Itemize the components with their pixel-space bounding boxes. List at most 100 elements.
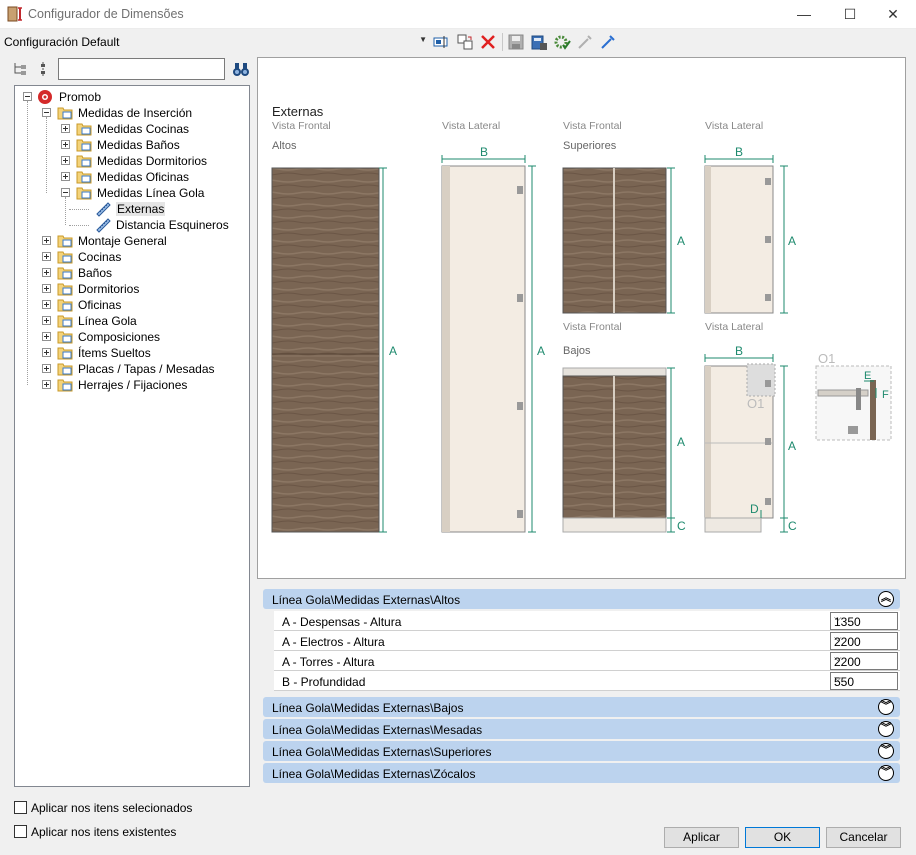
dim-label-o1: O1 bbox=[818, 351, 835, 366]
folder-open-icon bbox=[57, 107, 73, 120]
apply-existing-checkbox[interactable] bbox=[14, 825, 27, 838]
upper-cabinet-side bbox=[704, 165, 774, 314]
tree-item-label: Línea Gola bbox=[78, 314, 137, 328]
preview-heading: Externas bbox=[272, 104, 324, 119]
apply-existing-label: Aplicar nos itens existentes bbox=[31, 825, 177, 839]
apply-button[interactable]: Aplicar bbox=[664, 827, 739, 848]
tree-search-input[interactable] bbox=[58, 58, 225, 80]
property-row[interactable]: A - Torres - Altura 2200 ⌵ bbox=[274, 651, 900, 671]
calculator-icon[interactable] bbox=[530, 33, 548, 51]
expand-section-icon[interactable]: ︾ bbox=[878, 699, 894, 715]
collapse-section-icon[interactable]: ︽ bbox=[878, 591, 894, 607]
tree-tools bbox=[10, 58, 250, 82]
move-down-icon[interactable] bbox=[576, 33, 594, 51]
property-value-select[interactable]: 1350 ⌵ bbox=[830, 612, 898, 630]
section-header-zocalos[interactable]: Línea Gola\Medidas Externas\Zócalos ︾ bbox=[263, 763, 900, 783]
expand-icon[interactable] bbox=[42, 364, 51, 373]
dim-label-o1: O1 bbox=[747, 396, 764, 411]
dim-label-b: B bbox=[480, 145, 488, 159]
collapse-tree-icon[interactable] bbox=[35, 60, 53, 78]
expand-icon[interactable] bbox=[42, 252, 51, 261]
tree-item-label: Medidas de Inserción bbox=[78, 106, 193, 120]
tree-item-label: Promob bbox=[59, 90, 102, 104]
view-label: Vista Frontal bbox=[563, 321, 622, 333]
tree-item-label: Montaje General bbox=[78, 234, 167, 248]
section-header-mesadas[interactable]: Línea Gola\Medidas Externas\Mesadas ︾ bbox=[263, 719, 900, 739]
property-value-select[interactable]: 2200 ⌵ bbox=[830, 652, 898, 670]
tree-item-label: Composiciones bbox=[78, 330, 161, 344]
collapse-icon[interactable] bbox=[61, 188, 70, 197]
chevron-down-icon: ⌵ bbox=[834, 613, 842, 624]
configuration-select[interactable]: Configuración Default ▼ bbox=[0, 32, 430, 52]
property-row[interactable]: B - Profundidad 550 ⌵ bbox=[274, 671, 900, 691]
ok-button[interactable]: OK bbox=[745, 827, 820, 848]
cabinet-diagram: Externas Vista Frontal Vista Lateral Vis… bbox=[271, 104, 892, 533]
view-label: Vista Lateral bbox=[442, 120, 500, 132]
settings-icon[interactable] bbox=[553, 33, 571, 51]
configuration-value: Configuración Default bbox=[4, 35, 120, 49]
folder-icon bbox=[76, 155, 92, 168]
ruler-icon bbox=[96, 218, 111, 233]
minimize-button[interactable]: — bbox=[781, 0, 827, 29]
folder-icon bbox=[76, 123, 92, 136]
collapse-icon[interactable] bbox=[42, 108, 51, 117]
property-row[interactable]: A - Despensas - Altura 1350 ⌵ bbox=[274, 611, 900, 631]
folder-icon bbox=[57, 347, 73, 360]
expand-icon[interactable] bbox=[61, 124, 70, 133]
cancel-button[interactable]: Cancelar bbox=[826, 827, 901, 848]
section-header-superiores[interactable]: Línea Gola\Medidas Externas\Superiores ︾ bbox=[263, 741, 900, 761]
folder-icon bbox=[57, 267, 73, 280]
tree-item-label: Oficinas bbox=[78, 298, 122, 312]
expand-icon[interactable] bbox=[42, 380, 51, 389]
rename-icon[interactable] bbox=[432, 33, 450, 51]
tree-item-label: Herrajes / Fijaciones bbox=[78, 378, 188, 392]
close-button[interactable]: ✕ bbox=[870, 0, 916, 29]
dim-label-b: B bbox=[735, 344, 743, 358]
dimension-a-upper bbox=[667, 167, 675, 314]
maximize-button[interactable]: ☐ bbox=[827, 0, 873, 29]
property-row[interactable]: A - Electros - Altura 2200 ⌵ bbox=[274, 631, 900, 651]
expand-section-icon[interactable]: ︾ bbox=[878, 721, 894, 737]
expand-icon[interactable] bbox=[42, 236, 51, 245]
ruler-icon bbox=[96, 202, 111, 217]
expand-icon[interactable] bbox=[42, 332, 51, 341]
tree-item-label: Medidas Línea Gola bbox=[97, 186, 205, 200]
dim-label-f: F bbox=[882, 389, 889, 401]
dim-label-a: A bbox=[788, 234, 796, 248]
expand-section-icon[interactable]: ︾ bbox=[878, 743, 894, 759]
binoculars-icon[interactable] bbox=[232, 60, 250, 78]
dim-label-a: A bbox=[677, 435, 685, 449]
section-title: Línea Gola\Medidas Externas\Zócalos bbox=[272, 767, 476, 781]
copy-config-icon[interactable] bbox=[456, 33, 474, 51]
property-name: A - Torres - Altura bbox=[282, 655, 375, 669]
tree-item-label: Medidas Dormitorios bbox=[97, 154, 208, 168]
property-value-select[interactable]: 550 ⌵ bbox=[830, 672, 898, 690]
view-label: Vista Frontal bbox=[272, 120, 331, 132]
apply-selected-checkbox[interactable] bbox=[14, 801, 27, 814]
chevron-down-icon: ⌵ bbox=[834, 653, 842, 664]
move-up-icon[interactable] bbox=[599, 33, 617, 51]
expand-icon[interactable] bbox=[42, 268, 51, 277]
expand-icon[interactable] bbox=[42, 316, 51, 325]
save-icon[interactable] bbox=[507, 33, 525, 51]
expand-icon[interactable] bbox=[61, 172, 70, 181]
expand-tree-icon[interactable] bbox=[12, 60, 30, 78]
folder-icon bbox=[57, 251, 73, 264]
expand-icon[interactable] bbox=[61, 156, 70, 165]
expand-icon[interactable] bbox=[61, 140, 70, 149]
group-label: Superiores bbox=[563, 140, 617, 152]
dim-label-c: C bbox=[788, 519, 797, 533]
delete-icon[interactable] bbox=[479, 33, 497, 51]
section-header-altos[interactable]: Línea Gola\Medidas Externas\Altos ︽ bbox=[263, 589, 900, 609]
expand-icon[interactable] bbox=[42, 300, 51, 309]
expand-icon[interactable] bbox=[42, 284, 51, 293]
folder-icon bbox=[57, 283, 73, 296]
base-cabinet-side bbox=[704, 363, 776, 533]
title-bar: Configurador de Dimensões — ☐ ✕ bbox=[0, 0, 916, 29]
collapse-icon[interactable] bbox=[23, 92, 32, 101]
section-header-bajos[interactable]: Línea Gola\Medidas Externas\Bajos ︾ bbox=[263, 697, 900, 717]
expand-icon[interactable] bbox=[42, 348, 51, 357]
property-value-select[interactable]: 2200 ⌵ bbox=[830, 632, 898, 650]
folder-icon bbox=[57, 299, 73, 312]
expand-section-icon[interactable]: ︾ bbox=[878, 765, 894, 781]
